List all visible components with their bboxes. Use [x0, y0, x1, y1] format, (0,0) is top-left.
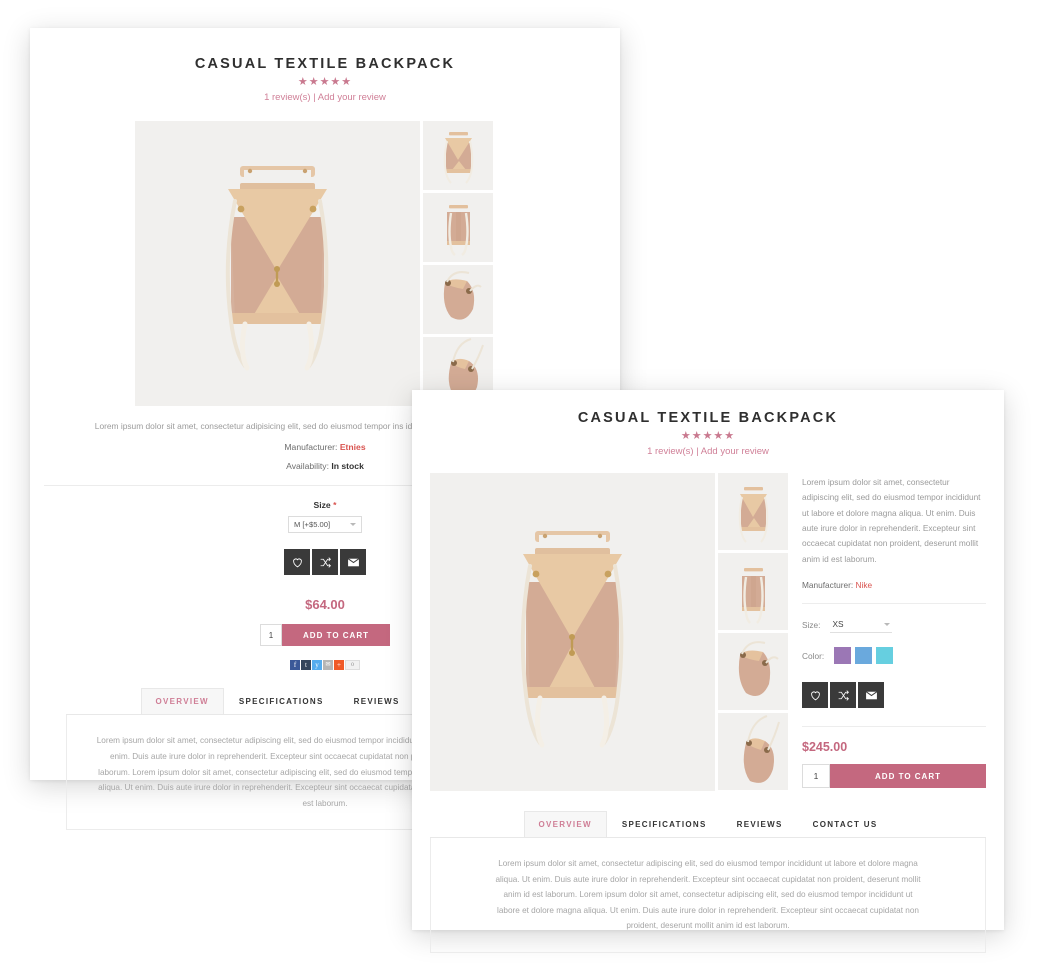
- size-label-front: Size:: [802, 620, 821, 631]
- color-label-front: Color:: [802, 650, 825, 661]
- thumb-icon-front-4: [718, 713, 788, 790]
- thumb-icon-front-3: [718, 633, 788, 710]
- product-action-icons-front: [802, 682, 986, 709]
- share-count: 0: [345, 660, 360, 671]
- chevron-down-icon-front: [884, 622, 891, 626]
- required-marker: *: [333, 500, 337, 511]
- divider-front-2: [802, 726, 986, 728]
- backpack-illustration: [135, 121, 420, 406]
- share-tumblr-icon[interactable]: t: [301, 660, 311, 671]
- share-facebook-icon[interactable]: f: [290, 660, 300, 671]
- color-swatch-purple[interactable]: [834, 647, 852, 665]
- thumb-icon-front-2: [718, 553, 788, 630]
- short-description-front: Lorem ipsum dolor sit amet, consectetur …: [802, 477, 981, 564]
- compare-icon-front: [838, 689, 849, 701]
- compare-icon: [320, 557, 331, 568]
- thumbnail-front-2[interactable]: [718, 553, 788, 630]
- heart-icon-front: [810, 691, 820, 700]
- tab-reviews-front[interactable]: REVIEWS: [721, 811, 798, 837]
- page-title: CASUAL TEXTILE BACKPACK: [194, 56, 456, 72]
- thumbnail-list-front: [718, 473, 788, 791]
- thumb-icon-back: [423, 193, 493, 262]
- tab-specifications-front[interactable]: SPECIFICATIONS: [606, 811, 722, 837]
- add-review-link-front[interactable]: Add your review: [701, 446, 769, 457]
- size-attribute-front: Size: XS: [802, 617, 986, 634]
- thumbnail-front-1[interactable]: [718, 473, 788, 550]
- heart-icon: [292, 558, 302, 568]
- manufacturer-row-front: Manufacturer: Nike: [802, 580, 986, 590]
- tab-panel-overview-front: Lorem ipsum dolor sit amet, consectetur …: [430, 838, 986, 953]
- rating-stars-front: ★★★★★: [680, 430, 736, 442]
- page-title-front: CASUAL TEXTILE BACKPACK: [577, 410, 839, 426]
- product-tabs-front: OVERVIEW SPECIFICATIONS REVIEWS CONTACT …: [430, 811, 986, 838]
- add-to-cart-row-front: 1 ADD TO CART: [802, 764, 986, 789]
- main-product-image[interactable]: [135, 121, 420, 406]
- manufacturer-link[interactable]: Etnies: [340, 442, 366, 452]
- compare-button[interactable]: [312, 549, 338, 576]
- size-label-text: Size: [313, 500, 331, 511]
- color-swatch-blue[interactable]: [855, 647, 873, 665]
- thumb-icon-front: [423, 121, 493, 190]
- color-attribute-front: Color:: [802, 647, 986, 665]
- email-icon: [347, 558, 359, 567]
- thumbnail-front-4[interactable]: [718, 713, 788, 790]
- size-select-front[interactable]: XS: [830, 617, 893, 634]
- thumbnail-backpack-back[interactable]: [423, 193, 493, 262]
- tab-specifications[interactable]: SPECIFICATIONS: [223, 688, 339, 715]
- add-to-cart-button-front[interactable]: ADD TO CART: [830, 764, 986, 789]
- compare-button-front[interactable]: [830, 682, 856, 709]
- review-separator: |: [313, 92, 316, 103]
- product-page-window-front: CASUAL TEXTILE BACKPACK ★★★★★ 1 review(s…: [412, 390, 1004, 953]
- email-friend-button-front[interactable]: [858, 682, 884, 709]
- tab-reviews[interactable]: REVIEWS: [338, 688, 415, 715]
- tab-overview[interactable]: OVERVIEW: [140, 688, 224, 715]
- availability-label: Availability:: [286, 461, 329, 472]
- product-gallery-front: [430, 473, 788, 791]
- size-select[interactable]: M [+$5.00]: [288, 516, 362, 534]
- thumb-icon-front-1: [718, 473, 788, 550]
- screenshot-stage: CASUAL TEXTILE BACKPACK ★★★★★ 1 review(s…: [0, 0, 1054, 966]
- email-friend-button[interactable]: [340, 549, 366, 576]
- backpack-illustration-front: [430, 473, 715, 791]
- review-count-link-front[interactable]: 1 review(s): [647, 446, 693, 457]
- review-separator-front: |: [696, 446, 699, 457]
- manufacturer-label-front: Manufacturer:: [802, 580, 854, 591]
- availability-value: In stock: [331, 461, 364, 472]
- quantity-input-front[interactable]: 1: [802, 764, 830, 789]
- chevron-down-icon: [350, 523, 356, 527]
- divider-front-1: [802, 603, 986, 605]
- product-info-panel: Lorem ipsum dolor sit amet, consectetur …: [802, 473, 986, 791]
- share-more-icon[interactable]: +: [334, 660, 344, 671]
- tab-overview-front[interactable]: OVERVIEW: [523, 811, 607, 837]
- size-select-value-front: XS: [832, 619, 844, 630]
- thumbnail-front-3[interactable]: [718, 633, 788, 710]
- color-swatch-cyan[interactable]: [876, 647, 894, 665]
- rating-stars: ★★★★★: [297, 76, 353, 88]
- review-links: 1 review(s) | Add your review: [50, 92, 600, 103]
- product-main-columns: Lorem ipsum dolor sit amet, consectetur …: [412, 457, 1004, 791]
- review-count-link[interactable]: 1 review(s): [264, 92, 310, 103]
- thumbnail-backpack-front[interactable]: [423, 121, 493, 190]
- size-select-value: M [+$5.00]: [294, 520, 331, 530]
- tab-contact-us-front[interactable]: CONTACT US: [797, 811, 893, 837]
- color-swatches: [834, 647, 894, 665]
- add-review-link[interactable]: Add your review: [318, 92, 386, 103]
- add-to-cart-button[interactable]: ADD TO CART: [282, 624, 390, 647]
- wishlist-button[interactable]: [284, 549, 310, 576]
- quantity-input[interactable]: 1: [260, 624, 282, 647]
- wishlist-button-front[interactable]: [802, 682, 828, 709]
- share-email-icon[interactable]: ✉: [323, 660, 333, 671]
- email-icon-front: [865, 690, 877, 699]
- share-twitter-icon[interactable]: y: [312, 660, 322, 671]
- thumb-icon-angle: [423, 265, 493, 334]
- product-gallery: [135, 121, 620, 406]
- main-product-image-front[interactable]: [430, 473, 715, 791]
- thumbnail-list: [423, 121, 493, 406]
- manufacturer-link-front[interactable]: Nike: [856, 580, 873, 590]
- product-price-front: $245.00: [802, 740, 848, 755]
- thumbnail-backpack-angle[interactable]: [423, 265, 493, 334]
- review-links-front: 1 review(s) | Add your review: [432, 446, 984, 457]
- manufacturer-label: Manufacturer:: [284, 442, 338, 453]
